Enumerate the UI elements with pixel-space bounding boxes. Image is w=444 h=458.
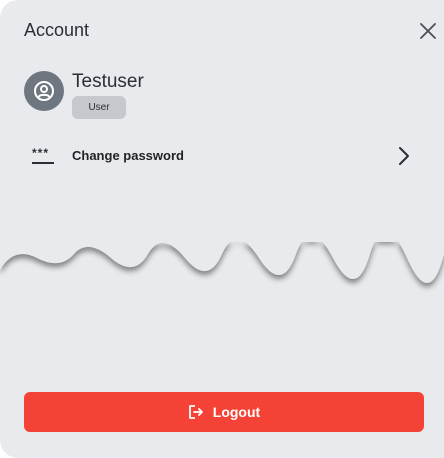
change-password-item[interactable]: *** Change password <box>0 138 444 174</box>
logout-icon <box>188 405 203 419</box>
panel-title: Account <box>24 20 90 40</box>
logout-button[interactable]: Logout <box>24 392 424 432</box>
chevron-right-icon <box>399 147 409 165</box>
logout-label: Logout <box>212 404 261 420</box>
role-badge: User <box>72 96 126 119</box>
account-circle-icon <box>34 81 54 101</box>
password-stars: *** <box>32 146 50 160</box>
change-password-label: Change password <box>72 148 184 163</box>
password-underline <box>32 162 54 164</box>
avatar <box>24 71 64 111</box>
torn-edge-separator <box>0 240 444 360</box>
password-icon: *** <box>32 147 56 167</box>
account-panel: Account Testuser User *** Change passwor… <box>0 0 444 458</box>
username: Testuser <box>72 71 144 92</box>
close-icon <box>420 23 436 39</box>
close-button[interactable] <box>414 17 442 45</box>
